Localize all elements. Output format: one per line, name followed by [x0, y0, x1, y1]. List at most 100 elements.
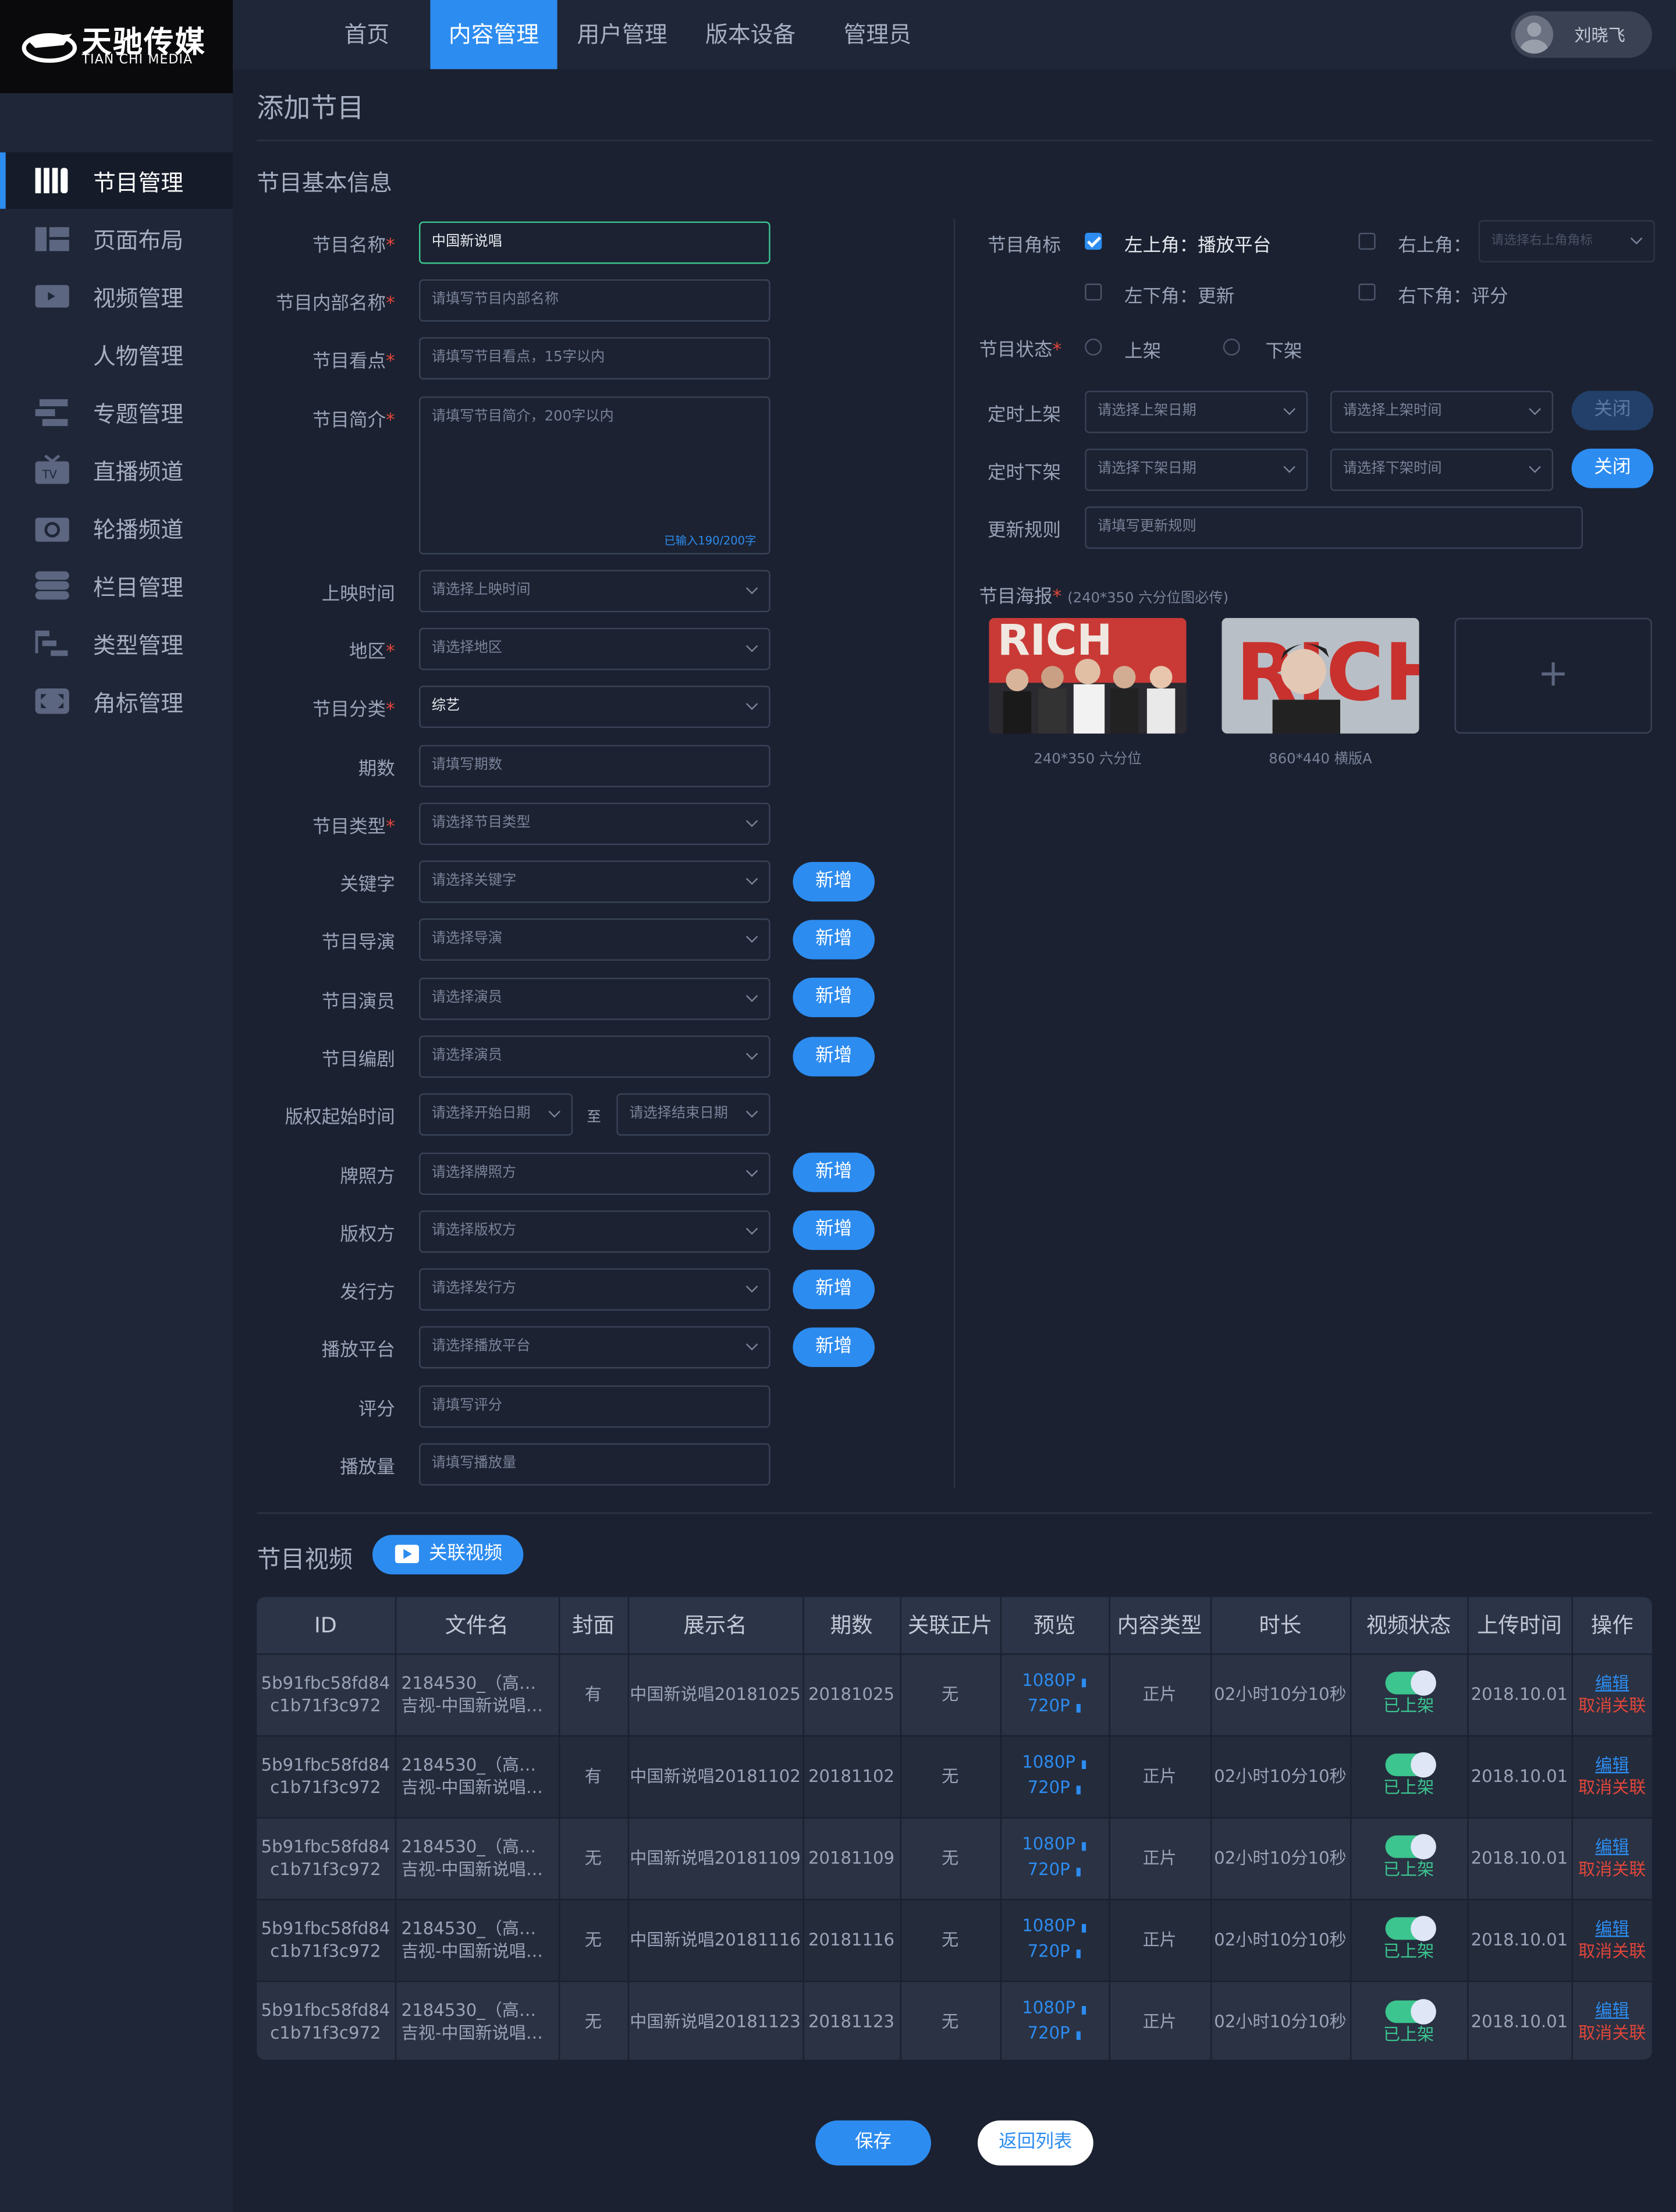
poster-thumb-1[interactable]: RICH [989, 617, 1187, 734]
episodes-input[interactable]: 请填写期数 [418, 744, 770, 787]
topnav-version[interactable]: 版本设备 [687, 0, 814, 69]
unlink-link[interactable]: 取消关联 [1578, 2023, 1646, 2043]
copyright-select[interactable]: 请选择版权方 [418, 1210, 770, 1253]
highlight-input[interactable]: 请填写节目看点，15字以内 [418, 337, 770, 380]
add-actor-button[interactable]: 新增 [793, 977, 875, 1017]
sidebar-item-topic[interactable]: 专题管理 [0, 384, 233, 440]
license-select[interactable]: 请选择牌照方 [418, 1152, 770, 1195]
intro-textarea[interactable]: 请填写节目简介，200字以内 已输入190/200字 [418, 396, 770, 555]
release-select[interactable]: 请选择上映时间 [418, 570, 770, 613]
add-director-button[interactable]: 新增 [793, 919, 875, 960]
label-director: 节目导演 [321, 932, 395, 954]
platform-select[interactable]: 请选择播放平台 [418, 1326, 770, 1369]
sidebar-item-column[interactable]: 栏目管理 [0, 558, 233, 614]
director-select[interactable]: 请选择导演 [418, 918, 770, 961]
update-rule-input[interactable]: 请填写更新规则 [1085, 506, 1583, 549]
sched-off-close-button[interactable]: 关闭 [1571, 448, 1654, 488]
preview-1080p-link[interactable]: 1080P ▮ [1022, 1752, 1087, 1772]
poster-thumb-2[interactable]: RICH [1222, 617, 1419, 734]
status-toggle[interactable] [1384, 1916, 1436, 1942]
status-toggle[interactable] [1384, 1834, 1436, 1860]
sched-on-time-select[interactable]: 请选择上架时间 [1330, 390, 1554, 434]
poster-1-caption: 240*350 六分位 [1034, 752, 1142, 768]
preview-720p-link[interactable]: 720P ▮ [1028, 1941, 1082, 1961]
user-menu[interactable]: 刘晓飞 [1511, 11, 1652, 58]
cell-actions: 编辑 取消关联 [1571, 1734, 1652, 1817]
sidebar-item-label: 页面布局 [93, 227, 184, 254]
radio-off[interactable] [1223, 338, 1240, 356]
edit-link[interactable]: 编辑 [1595, 1919, 1629, 1938]
checkbox-top-left[interactable] [1085, 232, 1102, 250]
brand-logo[interactable]: 天驰传媒 TIAN CHI MEDIA [0, 0, 233, 93]
name-input[interactable]: 中国新说唱 [418, 221, 770, 264]
sched-off-time-select[interactable]: 请选择下架时间 [1330, 448, 1554, 491]
checkbox-top-right[interactable] [1358, 232, 1376, 250]
preview-720p-link[interactable]: 720P ▮ [1028, 1777, 1082, 1797]
sidebar-item-layout[interactable]: 页面布局 [0, 210, 233, 267]
preview-1080p-link[interactable]: 1080P ▮ [1022, 1670, 1087, 1690]
score-input[interactable]: 请填写评分 [418, 1385, 770, 1428]
keyword-select[interactable]: 请选择关键字 [418, 860, 770, 903]
region-select[interactable]: 请选择地区 [418, 627, 770, 670]
topnav-admin[interactable]: 管理员 [815, 0, 939, 69]
sidebar-item-label: 人物管理 [93, 343, 184, 370]
sched-on-close-button[interactable]: 关闭 [1571, 390, 1654, 431]
writer-select[interactable]: 请选择演员 [418, 1035, 770, 1078]
sidebar-item-person[interactable]: 人物管理 [0, 326, 233, 382]
sidebar-item-video[interactable]: 视频管理 [0, 268, 233, 325]
status-toggle[interactable] [1384, 1670, 1436, 1696]
add-publisher-button[interactable]: 新增 [793, 1269, 875, 1309]
cell-episode: 20181116 [803, 1898, 901, 1981]
topnav-user[interactable]: 用户管理 [559, 0, 686, 69]
plays-input[interactable]: 请填写播放量 [418, 1443, 770, 1486]
sched-off-date-select[interactable]: 请选择下架日期 [1085, 448, 1308, 491]
sidebar-item-program[interactable]: 节目管理 [0, 152, 233, 209]
publisher-select[interactable]: 请选择发行方 [418, 1268, 770, 1311]
edit-link[interactable]: 编辑 [1595, 1837, 1629, 1856]
checkbox-bottom-left[interactable] [1085, 283, 1102, 301]
edit-link[interactable]: 编辑 [1595, 1673, 1629, 1693]
save-button[interactable]: 保存 [815, 2120, 931, 2166]
checkbox-bottom-right[interactable] [1358, 283, 1376, 301]
copyright-start-select[interactable]: 请选择开始日期 [418, 1093, 573, 1136]
topnav-content[interactable]: 内容管理 [430, 0, 558, 69]
sidebar-item-carousel[interactable]: 轮播频道 [0, 499, 233, 556]
status-toggle[interactable] [1384, 1998, 1436, 2024]
topnav-home[interactable]: 首页 [317, 0, 416, 69]
ptype-select[interactable]: 请选择节目类型 [418, 803, 770, 846]
actor-select[interactable]: 请选择演员 [418, 977, 770, 1020]
add-license-button[interactable]: 新增 [793, 1152, 875, 1192]
unlink-link[interactable]: 取消关联 [1578, 1859, 1646, 1879]
add-keyword-button[interactable]: 新增 [793, 862, 875, 902]
corner-top-right-select[interactable]: 请选择右上角角标 [1478, 220, 1655, 262]
copyright-end-select[interactable]: 请选择结束日期 [616, 1093, 770, 1136]
link-video-button[interactable]: 关联视频 [372, 1535, 524, 1575]
radio-on[interactable] [1085, 338, 1102, 356]
add-copyright-button[interactable]: 新增 [793, 1210, 875, 1250]
edit-link[interactable]: 编辑 [1595, 2001, 1629, 2021]
unlink-link[interactable]: 取消关联 [1578, 1696, 1646, 1716]
sched-on-date-select[interactable]: 请选择上架日期 [1085, 390, 1308, 434]
sidebar-item-type[interactable]: 类型管理 [0, 615, 233, 672]
status-toggle[interactable] [1384, 1752, 1436, 1778]
inner-name-input[interactable]: 请填写节目内部名称 [418, 279, 770, 322]
preview-1080p-link[interactable]: 1080P ▮ [1022, 1834, 1087, 1854]
cell-duration: 02小时10分10秒 [1210, 1816, 1351, 1899]
video-play-icon [395, 1545, 419, 1564]
add-platform-button[interactable]: 新增 [793, 1327, 875, 1368]
category-select[interactable]: 综艺 [418, 686, 770, 728]
sidebar-item-live[interactable]: TV 直播频道 [0, 442, 233, 498]
preview-720p-link[interactable]: 720P ▮ [1028, 1696, 1082, 1716]
preview-720p-link[interactable]: 720P ▮ [1028, 2023, 1082, 2043]
preview-1080p-link[interactable]: 1080P ▮ [1022, 1916, 1087, 1936]
preview-1080p-link[interactable]: 1080P ▮ [1022, 1998, 1087, 2018]
add-poster-button[interactable]: + [1454, 617, 1652, 734]
add-writer-button[interactable]: 新增 [793, 1036, 875, 1077]
unlink-link[interactable]: 取消关联 [1578, 1941, 1646, 1961]
edit-link[interactable]: 编辑 [1595, 1755, 1629, 1775]
unlink-link[interactable]: 取消关联 [1578, 1777, 1646, 1797]
back-to-list-button[interactable]: 返回列表 [977, 2120, 1093, 2166]
cell-upload-time: 2018.10.01 [1467, 1652, 1572, 1735]
sidebar-item-corner[interactable]: 角标管理 [0, 673, 233, 729]
preview-720p-link[interactable]: 720P ▮ [1028, 1859, 1082, 1879]
